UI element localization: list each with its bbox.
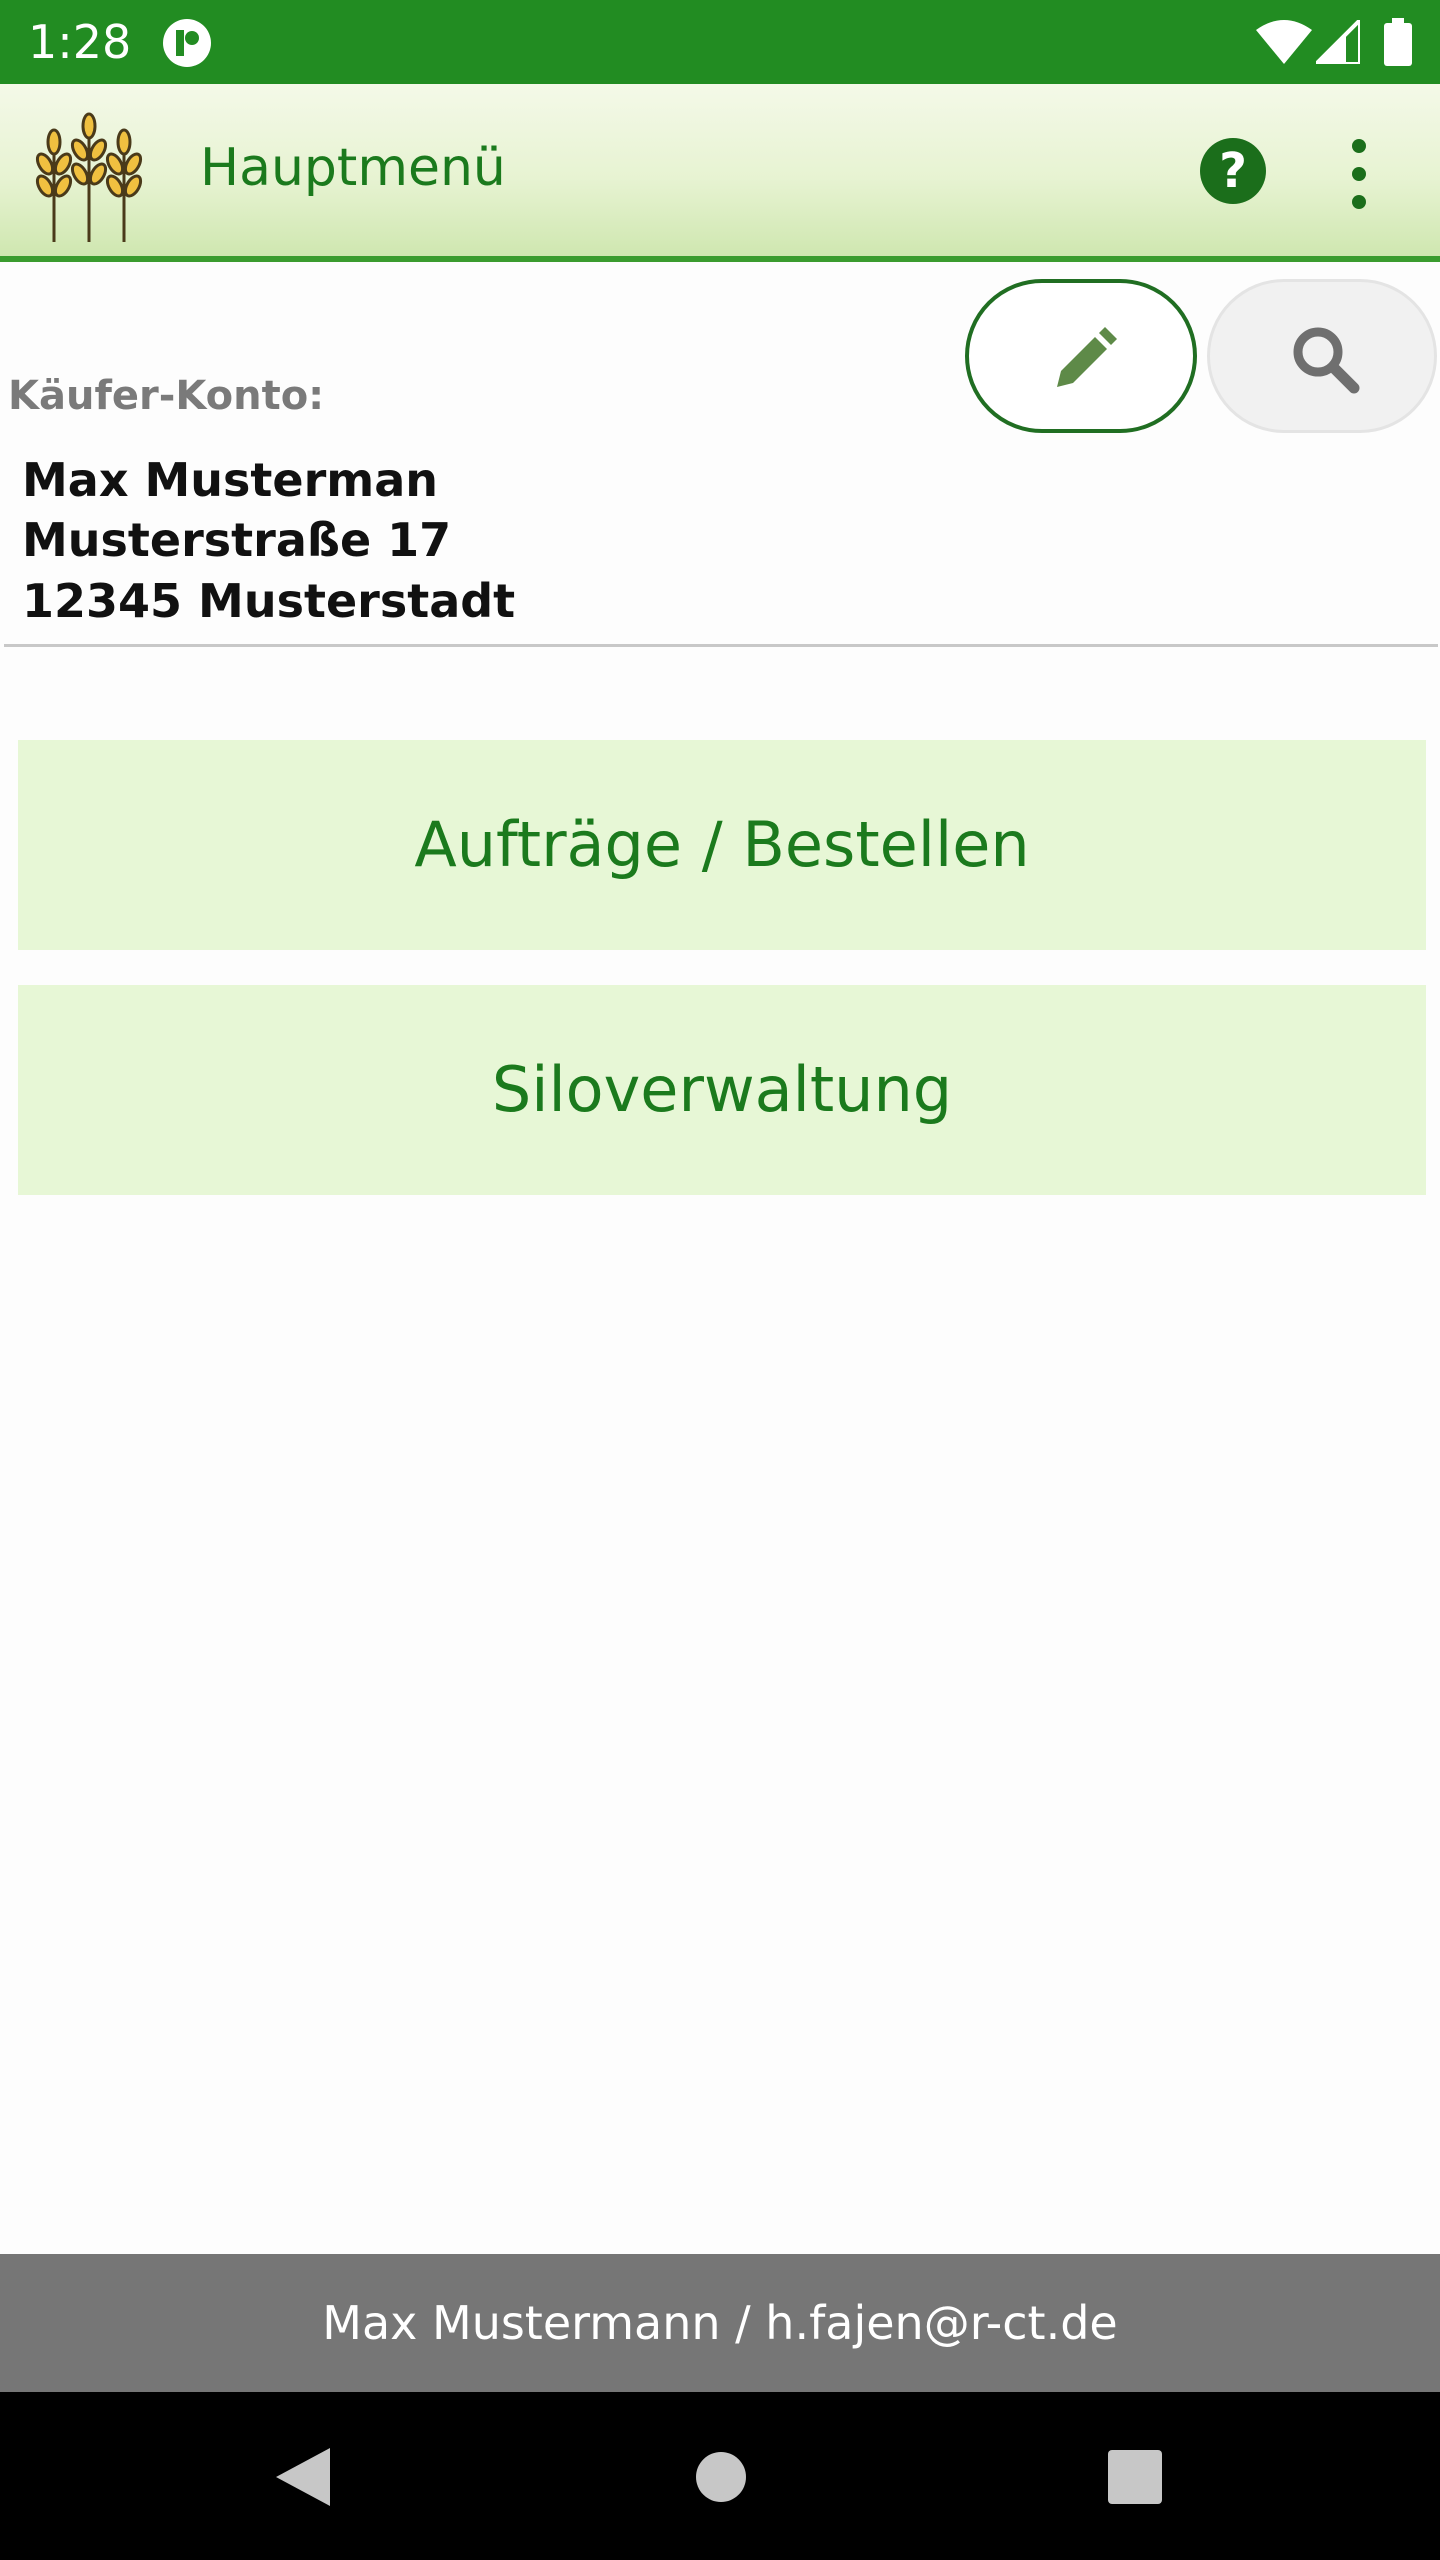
wheat-logo-icon (35, 112, 143, 242)
status-time: 1:28 (28, 15, 132, 69)
search-icon (1293, 327, 1360, 394)
signal-icon (1316, 20, 1360, 64)
footer-user-info: Max Mustermann / h.fajen@r-ct.de (0, 2254, 1440, 2392)
page-title: Hauptmenü (200, 138, 506, 198)
silo-management-button[interactable]: Siloverwaltung (18, 985, 1426, 1195)
recents-icon[interactable] (1108, 2450, 1162, 2504)
app-bar: Hauptmenü ? (0, 84, 1440, 262)
home-icon[interactable] (696, 2452, 746, 2502)
search-account-button[interactable] (1207, 279, 1437, 433)
account-street: Musterstraße 17 (22, 513, 452, 567)
help-button[interactable]: ? (1200, 138, 1266, 204)
wifi-icon (1256, 20, 1312, 64)
edit-icon (1057, 327, 1117, 387)
status-bar: 1:28 (0, 0, 1440, 84)
back-icon[interactable] (272, 2446, 332, 2508)
app-notification-icon (163, 19, 211, 67)
account-name: Max Musterman (22, 453, 438, 507)
help-icon: ? (1219, 143, 1247, 199)
account-city: 12345 Musterstadt (22, 574, 516, 628)
more-vert-icon[interactable] (1334, 134, 1384, 214)
orders-button[interactable]: Aufträge / Bestellen (18, 740, 1426, 950)
edit-account-button[interactable] (965, 279, 1197, 433)
account-label: Käufer-Konto: (8, 373, 325, 419)
battery-icon (1384, 18, 1412, 66)
divider (4, 644, 1438, 647)
